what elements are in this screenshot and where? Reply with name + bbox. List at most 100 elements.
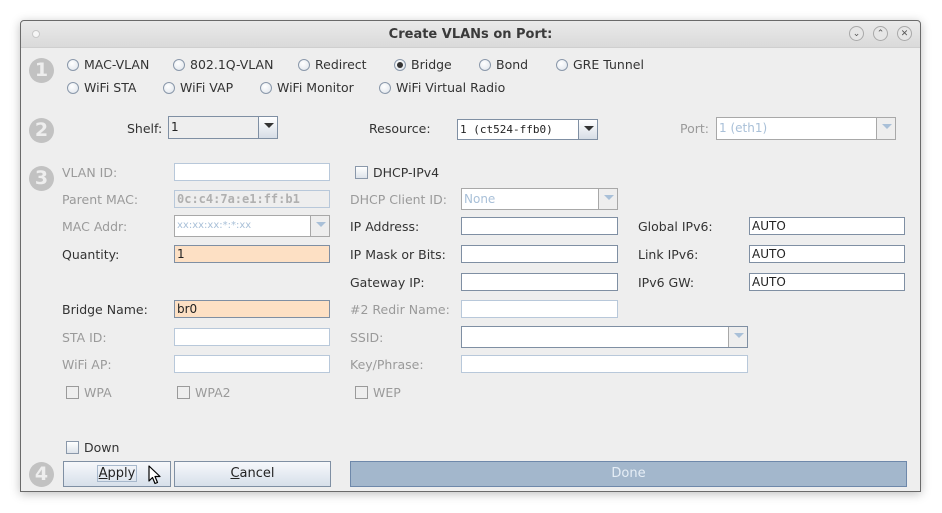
redir-name-label: #2 Redir Name: (350, 302, 450, 317)
resource-label: Resource: (369, 121, 431, 136)
quantity-input[interactable]: 1 (174, 245, 330, 263)
checkbox-label: WEP (373, 385, 401, 400)
shelf-value: 1 (171, 120, 179, 134)
radio-8021q-vlan[interactable]: 802.1Q-VLAN (173, 57, 273, 72)
radio-label: Bond (496, 57, 529, 72)
dropdown-arrow-icon[interactable] (578, 120, 597, 139)
ip-address-label: IP Address: (350, 219, 420, 234)
wpa2-checkbox[interactable]: WPA2 (177, 385, 231, 400)
close-icon: ✕ (900, 29, 909, 39)
step-2-badge: 2 (29, 118, 54, 143)
apply-text: pply (107, 466, 136, 481)
wifi-ap-input[interactable] (174, 355, 330, 373)
dropdown-arrow-icon[interactable] (258, 117, 277, 138)
radio-label: Redirect (315, 57, 367, 72)
ssid-combobox[interactable] (461, 326, 748, 348)
radio-icon (298, 58, 310, 71)
down-checkbox[interactable]: Down (66, 440, 119, 455)
radio-bridge[interactable]: Bridge (394, 57, 452, 72)
port-combobox[interactable]: 1 (eth1) (716, 117, 896, 140)
dropdown-arrow-icon[interactable] (598, 189, 617, 209)
shelf-combobox[interactable]: 1 (168, 116, 278, 139)
radio-bond[interactable]: Bond (479, 57, 528, 72)
wep-checkbox[interactable]: WEP (355, 385, 401, 400)
radio-icon (67, 81, 79, 94)
step-4-badge: 4 (29, 462, 54, 487)
ipv6-gw-input[interactable]: AUTO (749, 273, 905, 291)
dropdown-arrow-icon[interactable] (728, 327, 747, 347)
minimize-button[interactable]: ⌄ (849, 26, 864, 41)
checkbox-label: WPA2 (195, 385, 231, 400)
apply-label: Apply (96, 465, 138, 482)
parent-mac-label: Parent MAC: (62, 192, 139, 207)
global-ipv6-input[interactable]: AUTO (749, 217, 905, 235)
dialog-content: 1 MAC-VLAN 802.1Q-VLAN Redirect Bridge B… (21, 48, 920, 491)
shelf-label: Shelf: (127, 121, 163, 136)
cancel-button[interactable]: Cancel (174, 461, 331, 487)
redir-name-input[interactable] (461, 300, 618, 318)
dropdown-arrow-icon[interactable] (876, 118, 895, 139)
ip-mask-input[interactable] (461, 245, 618, 263)
cancel-mnemonic: C (230, 466, 240, 481)
radio-gre-tunnel[interactable]: GRE Tunnel (556, 57, 644, 72)
checkbox-label: WPA (84, 385, 112, 400)
radio-wifi-virtual-radio[interactable]: WiFi Virtual Radio (379, 80, 505, 95)
radio-wifi-monitor[interactable]: WiFi Monitor (260, 80, 354, 95)
radio-icon (556, 58, 568, 71)
bridge-name-input[interactable]: br0 (174, 300, 330, 318)
title-bar[interactable]: Create VLANs on Port: ⌄ ⌃ ✕ (21, 21, 920, 48)
checkbox-label: DHCP-IPv4 (373, 165, 440, 180)
radio-redirect[interactable]: Redirect (298, 57, 367, 72)
gateway-ip-input[interactable] (461, 273, 618, 291)
chevron-up-icon: ⌃ (876, 29, 885, 39)
done-button[interactable]: Done (350, 461, 907, 487)
radio-icon (260, 81, 272, 94)
mac-addr-value: xx:xx:xx:*:*:xx (177, 220, 252, 231)
wpa-checkbox[interactable]: WPA (66, 385, 112, 400)
cancel-text: ancel (239, 466, 275, 481)
close-button[interactable]: ✕ (897, 26, 912, 41)
checkbox-icon (66, 441, 79, 454)
ip-mask-label: IP Mask or Bits: (350, 247, 446, 262)
radio-label: WiFi Virtual Radio (396, 80, 506, 95)
radio-wifi-vap[interactable]: WiFi VAP (163, 80, 233, 95)
resource-combobox[interactable]: 1 (ct524-ffb0) (457, 119, 598, 140)
radio-mac-vlan[interactable]: MAC-VLAN (67, 57, 149, 72)
checkbox-label: Down (84, 440, 120, 455)
radio-label: MAC-VLAN (84, 57, 150, 72)
radio-wifi-sta[interactable]: WiFi STA (67, 80, 136, 95)
mouse-cursor-icon (148, 465, 161, 485)
apply-mnemonic: A (98, 466, 108, 481)
checkbox-icon (355, 386, 368, 399)
dhcp-client-id-combobox[interactable]: None (461, 188, 618, 210)
port-label: Port: (680, 121, 709, 136)
dhcp-client-id-label: DHCP Client ID: (350, 192, 447, 207)
radio-label: WiFi Monitor (277, 80, 354, 95)
sta-id-label: STA ID: (62, 330, 107, 345)
wifi-ap-label: WiFi AP: (62, 357, 112, 372)
link-ipv6-label: Link IPv6: (638, 247, 699, 262)
radio-label: WiFi VAP (180, 80, 234, 95)
radio-icon (67, 58, 79, 71)
mac-addr-label: MAC Addr: (62, 219, 128, 234)
radio-label: 802.1Q-VLAN (190, 57, 274, 72)
parent-mac-input[interactable]: 0c:c4:7a:e1:ff:b1 (174, 190, 330, 208)
ip-address-input[interactable] (461, 217, 618, 235)
ipv6-gw-label: IPv6 GW: (638, 275, 695, 290)
key-phrase-input[interactable] (461, 355, 748, 373)
gateway-ip-label: Gateway IP: (350, 275, 425, 290)
radio-icon (479, 58, 491, 71)
sta-id-input[interactable] (174, 328, 330, 346)
key-phrase-label: Key/Phrase: (350, 357, 424, 372)
mac-addr-combobox[interactable]: xx:xx:xx:*:*:xx (174, 215, 330, 237)
link-ipv6-input[interactable]: AUTO (749, 245, 905, 263)
maximize-button[interactable]: ⌃ (873, 26, 888, 41)
dhcp-client-id-value: None (464, 192, 496, 206)
checkbox-icon (66, 386, 79, 399)
checkbox-icon (355, 166, 368, 179)
radio-icon (163, 81, 175, 94)
dhcp-ipv4-checkbox[interactable]: DHCP-IPv4 (355, 165, 439, 180)
vlan-id-input[interactable] (174, 163, 330, 181)
dropdown-arrow-icon[interactable] (310, 216, 329, 236)
bridge-name-label: Bridge Name: (62, 302, 148, 317)
